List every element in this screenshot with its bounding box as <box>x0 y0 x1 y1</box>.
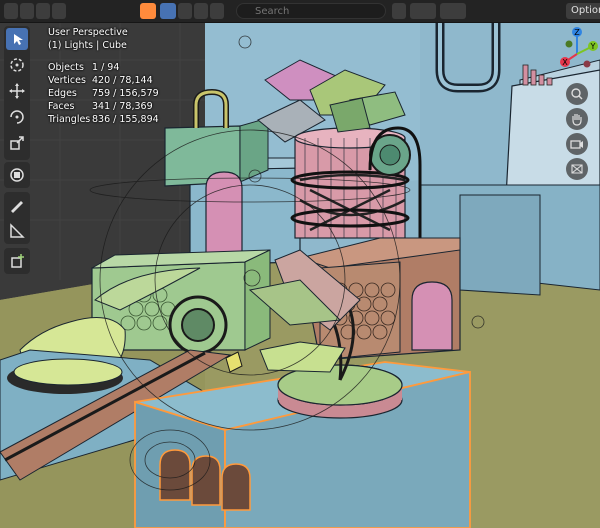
stat-faces: Faces 341 / 78,369 <box>48 101 153 112</box>
camera-view-icon[interactable] <box>566 133 588 155</box>
outliner-display-icon[interactable] <box>410 3 436 19</box>
stat-label: Vertices <box>48 75 86 86</box>
toolbar-transform-group <box>4 26 30 160</box>
measure-icon[interactable] <box>6 220 28 242</box>
material-preview-icon[interactable] <box>178 3 192 19</box>
cursor-icon[interactable] <box>6 54 28 76</box>
stat-value: 759 / 156,579 <box>92 88 159 99</box>
material-color-icon[interactable] <box>140 3 156 19</box>
select-invert-icon[interactable] <box>52 3 66 19</box>
stat-value: 420 / 78,144 <box>92 75 153 86</box>
select-extend-icon[interactable] <box>20 3 34 19</box>
y-axis-label: Y <box>590 42 596 51</box>
scale-icon[interactable] <box>6 132 28 154</box>
bookmark-icon[interactable] <box>392 3 406 19</box>
viewport-header: Options <box>0 0 600 23</box>
move-icon[interactable] <box>6 80 28 102</box>
stat-label: Triangles <box>48 114 91 125</box>
options-button[interactable]: Options <box>566 3 600 19</box>
select-subtract-icon[interactable] <box>36 3 50 19</box>
zoom-view-icon[interactable] <box>566 83 588 105</box>
stat-triangles: Triangles 836 / 155,894 <box>48 114 159 125</box>
collection-label: (1) Lights | Cube <box>48 40 127 51</box>
transform-icon[interactable] <box>6 164 28 186</box>
x-axis-label: X <box>562 58 568 67</box>
rotate-icon[interactable] <box>6 106 28 128</box>
filter-icon[interactable] <box>440 3 466 19</box>
rendered-view-icon[interactable] <box>194 3 208 19</box>
navigation-gizmo[interactable]: Z X Y <box>545 24 600 79</box>
stat-label: Faces <box>48 101 75 112</box>
stat-label: Objects <box>48 62 84 73</box>
solid-shading-icon[interactable] <box>160 3 176 19</box>
select-box-icon[interactable] <box>6 28 28 50</box>
z-axis-label: Z <box>574 28 580 37</box>
stat-value: 836 / 155,894 <box>92 114 159 125</box>
overlay-icon[interactable] <box>210 3 224 19</box>
view-name-label: User Perspective <box>48 27 128 38</box>
search-input[interactable] <box>236 3 386 19</box>
stat-edges: Edges 759 / 156,579 <box>48 88 159 99</box>
add-cube-icon[interactable] <box>6 250 28 272</box>
stat-value: 1 / 94 <box>92 62 120 73</box>
perspective-toggle-icon[interactable] <box>566 158 588 180</box>
stat-vertices: Vertices 420 / 78,144 <box>48 75 153 86</box>
stat-label: Edges <box>48 88 77 99</box>
toolbar-annotate-group <box>4 192 30 244</box>
toolbar-transform-all <box>4 162 30 188</box>
annotate-icon[interactable] <box>6 194 28 216</box>
select-mode-icon[interactable] <box>4 3 18 19</box>
toolbar-add-group <box>4 248 30 274</box>
blender-3d-viewport[interactable]: Options Us <box>0 0 600 528</box>
stat-value: 341 / 78,369 <box>92 101 153 112</box>
stat-objects: Objects 1 / 94 <box>48 62 119 73</box>
pan-view-icon[interactable] <box>566 108 588 130</box>
